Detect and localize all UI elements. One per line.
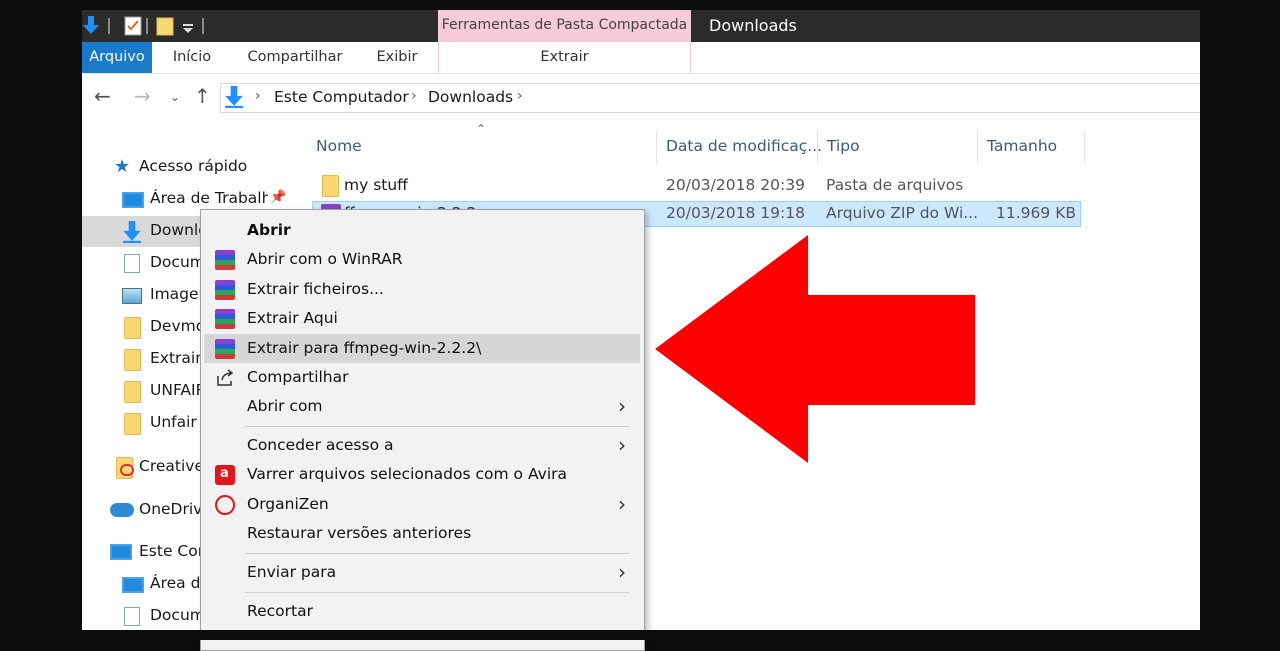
menu-separator [245, 426, 629, 427]
new-folder-icon[interactable] [156, 16, 174, 36]
customize-toolbar-icon[interactable] [180, 16, 198, 36]
pin-icon[interactable]: 📌 [270, 190, 286, 205]
tab-exibir[interactable]: Exibir [367, 42, 427, 73]
back-arrow-icon[interactable]: ← [94, 84, 111, 108]
menu-item-conceder-acesso[interactable]: Conceder acesso a › [204, 431, 640, 460]
menu-separator [245, 553, 629, 554]
toolbar-separator [146, 18, 148, 34]
menu-item-abrir[interactable]: Abrir [204, 216, 640, 245]
breadcrumb-separator-icon[interactable]: › [517, 88, 523, 104]
download-icon [123, 221, 141, 243]
menu-separator [245, 592, 629, 593]
menu-item-abrir-com-winrar[interactable]: Abrir com o WinRAR [204, 245, 640, 274]
tab-compartilhar[interactable]: Compartilhar [240, 42, 350, 73]
menu-item-avira[interactable]: a Varrer arquivos selecionados com o Avi… [204, 460, 640, 489]
menu-item-extrair-ficheiros[interactable]: Extrair ficheiros... [204, 275, 640, 304]
address-bar[interactable]: › Este Computador › Downloads › [220, 83, 1200, 113]
download-location-icon [225, 86, 243, 108]
avira-icon: a [215, 465, 235, 485]
tab-inicio[interactable]: Início [162, 42, 222, 73]
menu-item-organizen[interactable]: OrganiZen › [204, 490, 640, 519]
toolbar-separator [202, 18, 204, 34]
winrar-icon [215, 280, 235, 300]
computer-icon [110, 544, 132, 560]
document-icon [124, 607, 140, 626]
menu-item-enviar-para[interactable]: Enviar para › [204, 558, 640, 587]
winrar-icon [215, 309, 235, 329]
column-divider[interactable] [656, 130, 657, 164]
recent-locations-chevron-icon[interactable]: ⌄ [170, 90, 180, 104]
chevron-right-icon: › [618, 560, 626, 584]
tab-arquivo[interactable]: Arquivo [82, 42, 152, 73]
menu-item-abrir-com[interactable]: Abrir com › [204, 392, 640, 421]
file-type: Pasta de arquivos [826, 176, 964, 194]
breadcrumb-downloads[interactable]: Downloads [428, 88, 513, 106]
pictures-icon [122, 288, 142, 304]
creative-cloud-icon [116, 457, 134, 479]
file-type: Arquivo ZIP do Wi... [826, 204, 979, 222]
column-divider[interactable] [977, 130, 978, 164]
breadcrumb-separator-icon[interactable]: › [411, 88, 417, 104]
file-name: my stuff [344, 176, 408, 194]
folder-icon [124, 317, 141, 339]
file-date: 20/03/2018 19:18 [666, 204, 805, 222]
tab-extrair[interactable]: Extrair [438, 42, 691, 73]
breadcrumb-este-computador[interactable]: Este Computador [274, 88, 409, 106]
star-icon: ★ [114, 156, 131, 177]
column-header-data[interactable]: Data de modificaç... [666, 137, 822, 155]
forward-arrow-icon[interactable]: → [134, 84, 151, 108]
properties-icon[interactable] [124, 16, 142, 36]
chevron-right-icon: › [618, 433, 626, 457]
folder-icon [124, 413, 141, 435]
onedrive-icon [110, 503, 134, 517]
chevron-right-icon: › [618, 492, 626, 516]
sort-ascending-icon: ⌃ [476, 122, 487, 136]
desktop-icon [122, 577, 144, 593]
menu-item-extrair-aqui[interactable]: Extrair Aqui [204, 304, 640, 333]
file-size: 11.969 KB [996, 204, 1076, 222]
frame-border [0, 630, 1280, 640]
column-divider[interactable] [1084, 130, 1085, 164]
contextual-tab-group-header: Ferramentas de Pasta Compactada [438, 10, 691, 42]
menu-item-extrair-para[interactable]: Extrair para ffmpeg-win-2.2.2\ [204, 334, 640, 363]
ribbon-tabs: Arquivo Início Compartilhar Exibir Extra… [82, 42, 1200, 74]
folder-icon [322, 175, 339, 197]
column-divider[interactable] [817, 130, 818, 164]
folder-icon [124, 349, 141, 371]
menu-item-recortar[interactable]: Recortar [204, 597, 640, 626]
download-arrow-icon[interactable] [82, 16, 100, 36]
context-menu: Abrir Abrir com o WinRAR Extrair ficheir… [200, 209, 645, 651]
organizen-icon [215, 495, 235, 515]
column-header-nome[interactable]: Nome [316, 137, 362, 155]
menu-item-restaurar-versoes[interactable]: Restaurar versões anteriores [204, 519, 640, 548]
file-date: 20/03/2018 20:39 [666, 176, 805, 194]
red-arrow-annotation-icon [655, 235, 975, 463]
share-icon [217, 369, 234, 386]
column-header-tamanho[interactable]: Tamanho [987, 137, 1057, 155]
window-title: Downloads [709, 16, 797, 35]
folder-icon [124, 381, 141, 403]
desktop-icon [122, 192, 144, 208]
document-icon [124, 254, 140, 273]
breadcrumb-separator-icon[interactable]: › [255, 88, 261, 104]
winrar-icon [215, 250, 235, 270]
up-arrow-icon[interactable]: ↑ [194, 84, 211, 108]
toolbar-separator [108, 18, 110, 34]
title-bar: Ferramentas de Pasta Compactada Download… [82, 10, 1200, 42]
file-row[interactable]: my stuff 20/03/2018 20:39 Pasta de arqui… [312, 173, 1080, 199]
nav-item-acesso-rapido[interactable]: ★ Acesso rápido [82, 152, 290, 183]
navigation-bar: ← → ⌄ ↑ › Este Computador › Downloads › [82, 74, 1200, 118]
chevron-right-icon: › [618, 394, 626, 418]
column-header-tipo[interactable]: Tipo [827, 137, 860, 155]
winrar-icon [215, 339, 235, 359]
menu-item-compartilhar[interactable]: Compartilhar [204, 363, 640, 392]
